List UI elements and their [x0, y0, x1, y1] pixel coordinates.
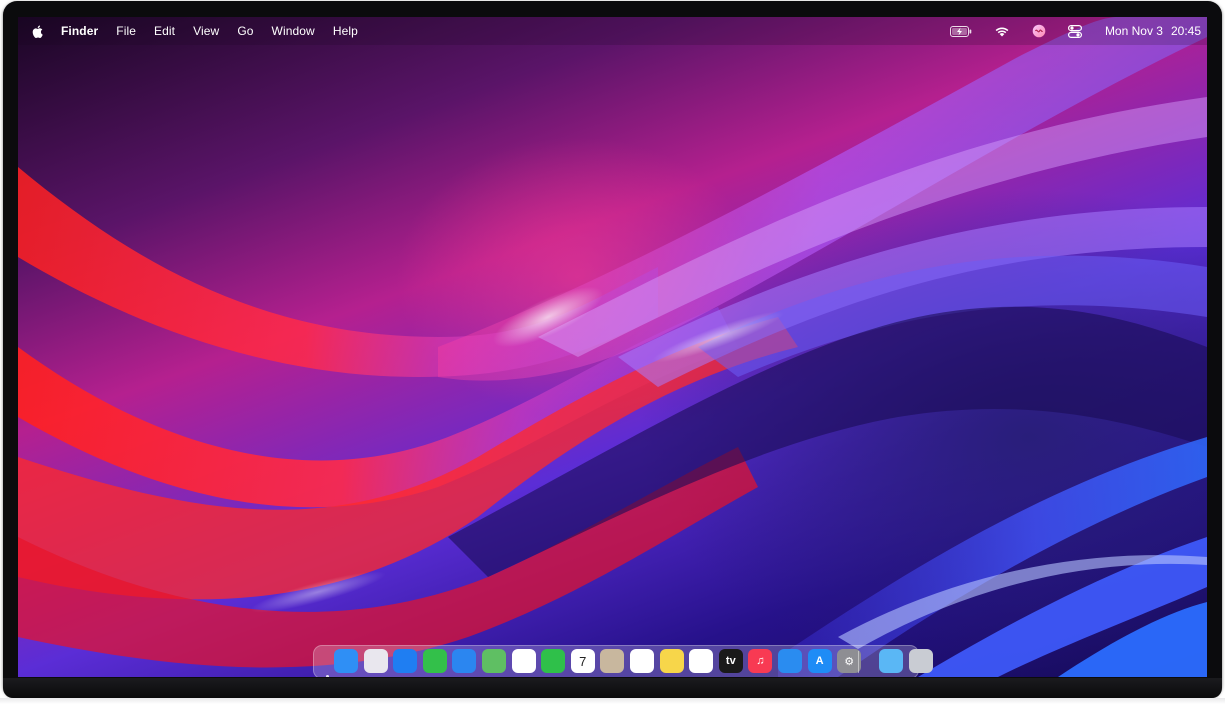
mail-icon[interactable] [452, 649, 477, 673]
downloads-folder-icon[interactable] [879, 649, 903, 673]
music-icon[interactable]: ♫ [748, 649, 773, 673]
dock-separator [858, 651, 859, 673]
notes-icon[interactable] [659, 649, 684, 673]
menu-help[interactable]: Help [333, 24, 358, 38]
app-store-icon[interactable]: A [807, 649, 832, 673]
battery-charging-icon[interactable] [949, 25, 972, 37]
photos-icon[interactable] [511, 649, 536, 673]
menu-file[interactable]: File [116, 24, 136, 38]
finder-icon[interactable] [334, 649, 358, 673]
menu-bar: Finder File Edit View Go Window Help Mon… [18, 17, 1207, 45]
siri-icon[interactable] [1032, 24, 1046, 38]
safari-icon[interactable] [393, 649, 418, 673]
clock-date: Mon Nov 3 [1104, 24, 1163, 38]
finder-running-indicator [326, 675, 329, 677]
facetime-icon[interactable] [541, 649, 566, 673]
menu-bar-right: Mon Nov 3 20:45 [928, 17, 1207, 45]
apple-tv-glyph: tv [725, 655, 736, 667]
apple-menu-icon[interactable] [30, 24, 44, 39]
menu-view[interactable]: View [193, 24, 219, 38]
reminders-icon[interactable] [630, 649, 654, 673]
menu-bar-left: Finder File Edit View Go Window Help [18, 17, 376, 45]
calendar-icon[interactable]: 7 [570, 649, 595, 673]
launchpad-icon[interactable] [363, 649, 388, 673]
monitor-stand [0, 698, 1225, 704]
monitor-chin [3, 678, 1222, 698]
freeform-icon[interactable] [689, 649, 714, 673]
keynote-icon[interactable] [778, 649, 802, 673]
desktop-wallpaper [18, 17, 1207, 677]
menu-app-name[interactable]: Finder [61, 24, 98, 38]
menu-go[interactable]: Go [237, 24, 253, 38]
wifi-icon[interactable] [994, 25, 1010, 37]
system-settings-glyph: ⚙ [844, 655, 855, 668]
messages-icon[interactable] [422, 649, 447, 673]
menu-bar-clock[interactable]: Mon Nov 3 20:45 [1105, 24, 1201, 38]
dock: 7 tv ♫ A ⚙ [313, 645, 933, 677]
clock-time: 20:45 [1170, 24, 1201, 38]
control-center-icon[interactable] [1067, 24, 1082, 38]
menu-window[interactable]: Window [272, 24, 315, 38]
menu-edit[interactable]: Edit [154, 24, 175, 38]
contacts-icon[interactable] [600, 649, 625, 673]
trash-icon[interactable] [909, 649, 933, 673]
maps-icon[interactable] [482, 649, 506, 673]
music-glyph: ♫ [756, 655, 765, 667]
app-store-glyph: A [815, 655, 824, 667]
desktop-screen: Finder File Edit View Go Window Help Mon… [18, 17, 1207, 677]
calendar-glyph: 7 [579, 653, 587, 669]
apple-tv-icon[interactable]: tv [718, 649, 743, 673]
